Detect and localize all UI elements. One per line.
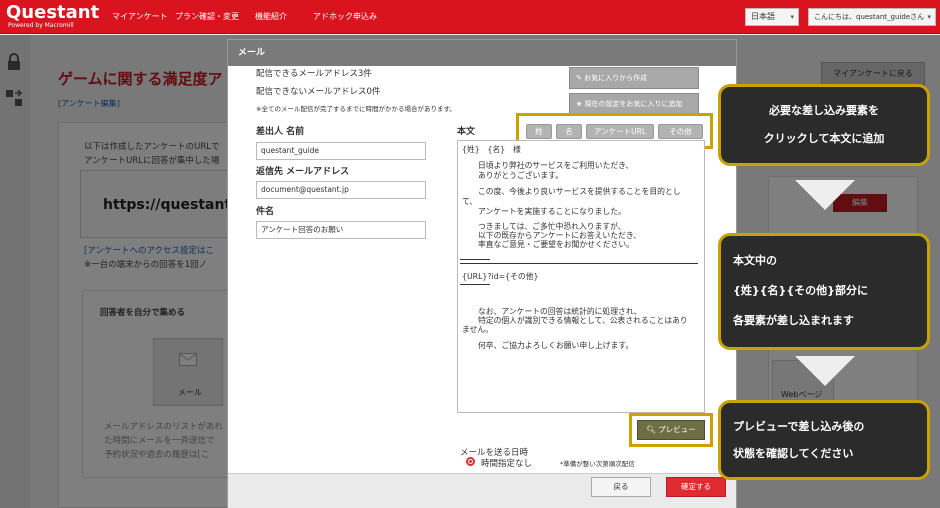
language-value: 日本語 (751, 12, 775, 21)
nav-features[interactable]: 機能紹介 (255, 11, 287, 22)
callout-text: {姓}{名}{その他}部分に (733, 284, 868, 297)
app-logo[interactable]: Questant (6, 2, 99, 23)
divider (460, 259, 490, 260)
body-line: ありがとうございます。 (478, 171, 563, 180)
tag-last-name[interactable]: 姓 (526, 124, 552, 139)
body-line: 何卒、ご協力よろしくお願い申し上げます。 (478, 341, 634, 350)
nav-adhoc[interactable]: アドホック申込み (313, 11, 377, 22)
language-select[interactable]: 日本語 ▾ (745, 8, 799, 26)
send-time-option: 時間指定なし (481, 459, 533, 469)
tag-first-name[interactable]: 名 (556, 124, 582, 139)
body-label: 本文 (457, 127, 476, 137)
callout-body: 本文中の {姓}{名}{その他}部分に 各要素が差し込まれます (718, 233, 930, 350)
preview-button[interactable]: 🔍︎ プレビュー (637, 420, 705, 440)
undeliverable-count: 配信できないメールアドレス0件 (256, 87, 381, 97)
tag-survey-url[interactable]: アンケートURL (586, 124, 654, 139)
modal-title: メール (228, 40, 736, 66)
user-greeting: こんにちは、questant_guideさん (814, 13, 925, 21)
chevron-down-icon: ▾ (927, 13, 931, 21)
user-menu[interactable]: こんにちは、questant_guideさん ▾ (808, 8, 936, 26)
back-button[interactable]: 戻る (591, 477, 651, 497)
nav-plan[interactable]: プラン確認・変更 (175, 11, 239, 22)
tag-other[interactable]: その他 (658, 124, 703, 139)
modal-footer (228, 473, 736, 508)
subject-label: 件名 (256, 207, 275, 217)
search-icon: 🔍︎ (646, 425, 659, 434)
callout-text: 各要素が差し込まれます (733, 314, 854, 327)
send-time-note: *準備が整い次第順次配信 (560, 460, 635, 468)
chevron-down-icon: ▾ (790, 13, 794, 21)
callout-tags: 必要な差し込み要素を クリックして本文に追加 (718, 84, 930, 166)
sender-name-label: 差出人 名前 (256, 127, 305, 137)
body-line: て、 (462, 197, 478, 206)
deliverable-count: 配信できるメールアドレス3件 (256, 69, 372, 79)
callout-text: 本文中の (733, 254, 777, 267)
body-line: ません。 (462, 325, 493, 334)
body-line: 特定の個人が識別できる情報として、公表されることはあり (478, 316, 688, 325)
body-textarea[interactable]: {姓} {名} 様 日頃より弊社のサービスをご利用いただき、 ありがとうございま… (457, 140, 705, 413)
callout-text: 必要な差し込み要素を (769, 104, 879, 117)
callout-text: プレビューで差し込み後の (733, 420, 865, 433)
body-line: {姓} {名} 様 (462, 145, 521, 154)
star-icon: ★ (576, 100, 585, 108)
callout-text: クリックして本文に追加 (763, 132, 885, 145)
callout-preview: プレビューで差し込み後の 状態を確認してください (718, 400, 930, 480)
nav-my-survey[interactable]: マイアンケート (112, 11, 168, 22)
sender-name-input[interactable]: questant_guide (256, 142, 426, 160)
radio-dot (469, 460, 472, 463)
callout-text: 状態を確認してください (733, 447, 854, 460)
divider (460, 263, 698, 264)
confirm-button[interactable]: 確定する (666, 477, 726, 497)
delay-note: ※全てのメール配信が完了するまでに時間がかかる場合があります。 (256, 105, 456, 113)
app-logo-subtitle: Powered by Macromill (8, 22, 74, 29)
arrow-down-icon (795, 180, 855, 210)
body-line: この度、今後より良いサービスを提供することを目的とし (478, 187, 681, 196)
body-line: {URL}?id={その他} (462, 272, 539, 281)
arrow-down-icon (795, 356, 855, 386)
subject-input[interactable]: アンケート回答のお願い (256, 221, 426, 239)
pencil-icon: ✎ (576, 74, 585, 82)
reply-email-label: 返信先 メールアドレス (256, 167, 350, 177)
save-favorite-button[interactable]: ★ 現在の設定をお気に入りに追加 (569, 93, 699, 115)
reply-email-input[interactable]: document@questant.jp (256, 181, 426, 199)
create-from-favorite-button[interactable]: ✎ お気に入りから作成 (569, 67, 699, 89)
body-line: アンケートを実施することになりました。 (478, 207, 626, 216)
body-line: 率直なご意見・ご要望をお聞かせください。 (478, 240, 634, 249)
top-nav-bar: Questant Powered by Macromill マイアンケート プラ… (0, 0, 940, 34)
divider (460, 284, 490, 285)
send-time-radio[interactable] (466, 457, 475, 466)
